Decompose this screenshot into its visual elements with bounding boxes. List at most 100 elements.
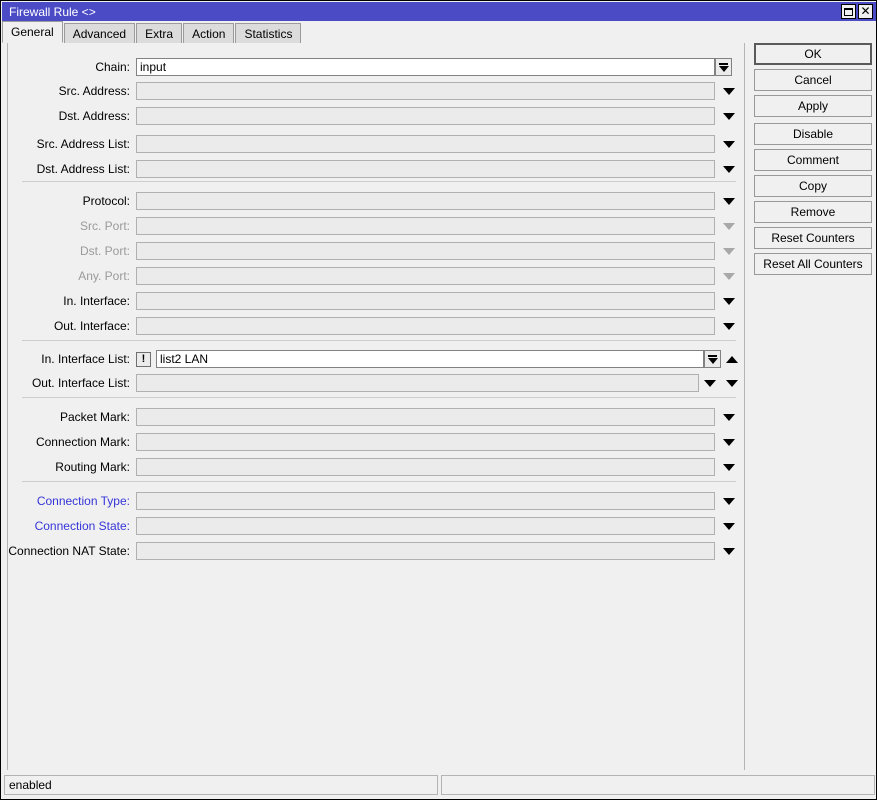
chevron-down-icon [723, 87, 735, 95]
dst-address-list-input[interactable] [136, 160, 715, 178]
in-interface-list-negate-button[interactable]: ! [136, 351, 151, 367]
out-interface-list-remove-button[interactable] [721, 379, 743, 387]
dst-address-dropdown[interactable] [715, 112, 743, 120]
packet-mark-dropdown[interactable] [715, 413, 743, 421]
ok-button[interactable]: OK [754, 43, 872, 65]
field-row-protocol: Protocol: [8, 191, 743, 211]
in-interface-list-input[interactable]: list2 LAN [156, 350, 704, 368]
in-interface-dropdown[interactable] [715, 297, 743, 305]
routing-mark-input[interactable] [136, 458, 715, 476]
field-row-routing-mark: Routing Mark: [8, 457, 743, 477]
tab-advanced[interactable]: Advanced [63, 23, 136, 43]
tab-label: Action [192, 26, 226, 41]
field-row-src-address-list: Src. Address List: [8, 134, 743, 154]
connection-type-dropdown[interactable] [715, 497, 743, 505]
chain-dropdown-icon[interactable] [715, 58, 732, 76]
general-form-panel: Chain: input Src. Address: Dst. Address: [8, 43, 743, 770]
connection-nat-state-dropdown[interactable] [715, 547, 743, 555]
status-text: enabled [4, 775, 438, 795]
section-divider-4 [22, 481, 736, 482]
field-row-connection-state: Connection State: [8, 516, 743, 536]
field-row-out-interface-list: Out. Interface List: [8, 373, 743, 393]
out-interface-input[interactable] [136, 317, 715, 335]
chevron-down-icon [723, 247, 735, 255]
remove-button[interactable]: Remove [754, 201, 872, 223]
field-label-dst-address-list: Dst. Address List: [36, 162, 130, 176]
tab-label: Statistics [244, 26, 293, 41]
field-label-dst-address: Dst. Address: [58, 109, 130, 123]
out-interface-list-dropdown[interactable] [699, 379, 721, 387]
field-row-in-interface: In. Interface: [8, 291, 743, 311]
chevron-down-icon [723, 463, 735, 471]
apply-button[interactable]: Apply [754, 95, 872, 117]
src-address-list-dropdown[interactable] [715, 140, 743, 148]
chevron-down-icon [723, 297, 735, 305]
tab-action[interactable]: Action [183, 23, 235, 43]
packet-mark-input[interactable] [136, 408, 715, 426]
in-interface-input[interactable] [136, 292, 715, 310]
in-interface-list-add-button[interactable] [721, 355, 743, 363]
connection-state-input[interactable] [136, 517, 715, 535]
chevron-down-icon [723, 413, 735, 421]
chevron-up-icon [726, 355, 738, 363]
field-label-dst-port: Dst. Port: [79, 244, 130, 258]
field-row-connection-type: Connection Type: [8, 491, 743, 511]
dialog-body: Chain: input Src. Address: Dst. Address: [2, 43, 876, 770]
tab-label: General [11, 25, 54, 39]
field-label-src-port: Src. Port: [79, 219, 130, 233]
chevron-down-icon [723, 322, 735, 330]
connection-state-dropdown[interactable] [715, 522, 743, 530]
chevron-down-icon [723, 197, 735, 205]
dst-port-dropdown [715, 247, 743, 255]
src-address-dropdown[interactable] [715, 87, 743, 95]
maximize-icon[interactable] [841, 4, 856, 19]
reset-all-counters-button[interactable]: Reset All Counters [754, 253, 872, 275]
copy-button[interactable]: Copy [754, 175, 872, 197]
field-label-routing-mark: Routing Mark: [55, 460, 130, 474]
disable-button[interactable]: Disable [754, 123, 872, 145]
panel-divider [744, 43, 745, 770]
reset-counters-button[interactable]: Reset Counters [754, 227, 872, 249]
tab-general[interactable]: General [2, 21, 63, 43]
field-label-in-interface: In. Interface: [63, 294, 130, 308]
titlebar: Firewall Rule <> ✕ [2, 2, 876, 21]
field-label-protocol: Protocol: [82, 194, 130, 208]
field-label-src-address-list: Src. Address List: [36, 137, 130, 151]
any-port-dropdown [715, 272, 743, 280]
field-label-connection-state[interactable]: Connection State: [8, 519, 136, 533]
protocol-dropdown[interactable] [715, 197, 743, 205]
connection-nat-state-input[interactable] [136, 542, 715, 560]
field-label-out-interface: Out. Interface: [53, 319, 130, 333]
field-label-connection-nat-state: Connection NAT State: [8, 544, 130, 558]
src-address-input[interactable] [136, 82, 715, 100]
connection-mark-dropdown[interactable] [715, 438, 743, 446]
comment-button[interactable]: Comment [754, 149, 872, 171]
status-text-right [441, 775, 875, 795]
src-port-dropdown [715, 222, 743, 230]
field-label-out-interface-list: Out. Interface List: [31, 376, 130, 390]
cancel-button[interactable]: Cancel [754, 69, 872, 91]
field-row-in-interface-list: In. Interface List: ! list2 LAN [8, 349, 743, 369]
out-interface-dropdown[interactable] [715, 322, 743, 330]
out-interface-list-input[interactable] [136, 374, 699, 392]
in-interface-list-dropdown-icon[interactable] [704, 350, 721, 368]
protocol-input[interactable] [136, 192, 715, 210]
chevron-down-icon [723, 272, 735, 280]
routing-mark-dropdown[interactable] [715, 463, 743, 471]
chevron-down-icon [726, 379, 738, 387]
dst-address-list-dropdown[interactable] [715, 165, 743, 173]
chain-input[interactable]: input [136, 58, 715, 76]
tab-statistics[interactable]: Statistics [235, 23, 302, 43]
chevron-down-icon [723, 438, 735, 446]
tab-extra[interactable]: Extra [136, 23, 183, 43]
src-port-input [136, 217, 715, 235]
field-label-in-interface-list: In. Interface List: [41, 352, 130, 366]
close-icon[interactable]: ✕ [858, 4, 873, 19]
field-label-connection-type[interactable]: Connection Type: [8, 494, 136, 508]
connection-mark-input[interactable] [136, 433, 715, 451]
dst-address-input[interactable] [136, 107, 715, 125]
any-port-input [136, 267, 715, 285]
field-row-dst-port: Dst. Port: [8, 241, 743, 261]
src-address-list-input[interactable] [136, 135, 715, 153]
connection-type-input[interactable] [136, 492, 715, 510]
